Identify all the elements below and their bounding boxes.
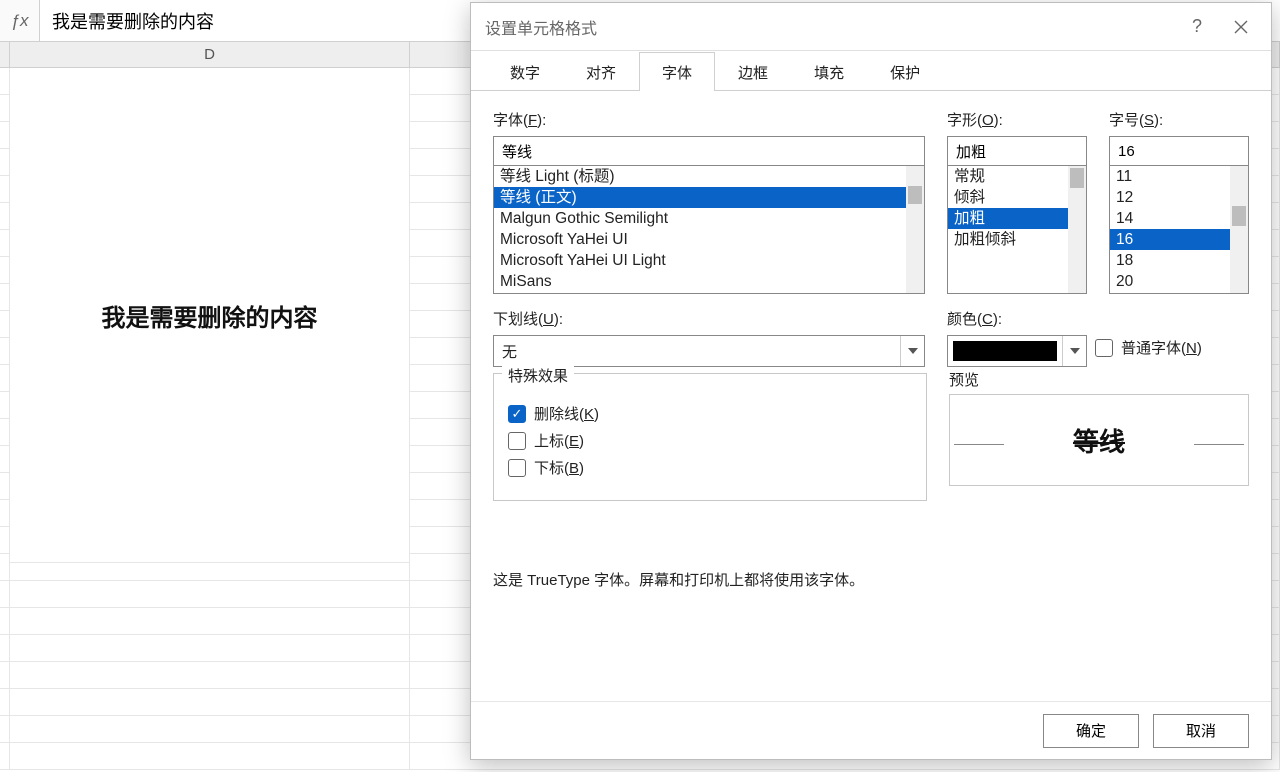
fx-label: ƒx — [0, 0, 40, 41]
list-item[interactable]: 18 — [1110, 250, 1248, 271]
tab-border[interactable]: 边框 — [715, 52, 791, 91]
size-label: 字号(S): — [1109, 109, 1249, 130]
tab-protection[interactable]: 保护 — [867, 52, 943, 91]
subscript-checkbox[interactable]: 下标(B) — [508, 457, 912, 478]
merged-cell-D[interactable]: 我是需要删除的内容 — [10, 68, 410, 563]
list-item[interactable]: 等线 Light (标题) — [494, 166, 924, 187]
checkbox-icon — [508, 432, 526, 450]
scrollbar[interactable] — [1230, 166, 1248, 293]
scrollbar[interactable] — [906, 166, 924, 293]
checkbox-icon — [1095, 339, 1113, 357]
close-icon — [1234, 20, 1248, 34]
checkbox-icon — [508, 459, 526, 477]
list-item[interactable]: 14 — [1110, 208, 1248, 229]
size-input[interactable] — [1109, 136, 1249, 166]
column-header-D[interactable]: D — [10, 42, 410, 67]
preview-box: 等线 — [949, 394, 1249, 486]
subscript-label: 下标(B) — [534, 457, 584, 478]
tab-alignment[interactable]: 对齐 — [563, 52, 639, 91]
underline-combo[interactable]: 无 — [493, 335, 925, 367]
color-swatch — [953, 341, 1057, 361]
dialog-title: 设置单元格格式 — [485, 15, 1175, 39]
list-item[interactable]: MiSans — [494, 271, 924, 292]
preview-text: 等线 — [1073, 422, 1125, 459]
list-item[interactable]: Microsoft YaHei UI Light — [494, 250, 924, 271]
dialog-titlebar[interactable]: 设置单元格格式 ? — [471, 3, 1271, 51]
strikethrough-label: 删除线(K) — [534, 403, 599, 424]
normal-font-label: 普通字体(N) — [1121, 337, 1202, 358]
truetype-info: 这是 TrueType 字体。屏幕和打印机上都将使用该字体。 — [493, 569, 1249, 590]
list-item[interactable]: 倾斜 — [948, 187, 1086, 208]
list-item[interactable]: 常规 — [948, 166, 1086, 187]
format-cells-dialog: 设置单元格格式 ? 数字 对齐 字体 边框 填充 保护 字体(F): 等线 Li… — [470, 2, 1272, 760]
size-listbox[interactable]: 11 12 14 16 18 20 — [1109, 166, 1249, 294]
preview-legend: 预览 — [949, 369, 1249, 390]
chevron-down-icon[interactable] — [900, 336, 924, 366]
font-input[interactable] — [493, 136, 925, 166]
list-item[interactable]: Microsoft YaHei UI — [494, 229, 924, 250]
style-listbox[interactable]: 常规 倾斜 加粗 加粗倾斜 — [947, 166, 1087, 294]
list-item[interactable]: 等线 (正文) — [494, 187, 924, 208]
normal-font-checkbox[interactable]: 普通字体(N) — [1095, 337, 1202, 358]
tab-fill[interactable]: 填充 — [791, 52, 867, 91]
superscript-label: 上标(E) — [534, 430, 584, 451]
superscript-checkbox[interactable]: 上标(E) — [508, 430, 912, 451]
close-button[interactable] — [1219, 5, 1263, 49]
strikethrough-checkbox[interactable]: 删除线(K) — [508, 403, 912, 424]
font-label: 字体(F): — [493, 109, 925, 130]
cancel-button[interactable]: 取消 — [1153, 714, 1249, 748]
scrollbar[interactable] — [1068, 166, 1086, 293]
chevron-down-icon[interactable] — [1062, 336, 1086, 366]
dialog-tabs: 数字 对齐 字体 边框 填充 保护 — [471, 51, 1271, 91]
color-label: 颜色(C): — [947, 308, 1087, 329]
help-button[interactable]: ? — [1175, 5, 1219, 49]
list-item[interactable]: 加粗倾斜 — [948, 229, 1086, 250]
underline-value: 无 — [494, 341, 900, 362]
effects-legend: 特殊效果 — [502, 365, 574, 386]
list-item[interactable]: Malgun Gothic Semilight — [494, 208, 924, 229]
ok-button[interactable]: 确定 — [1043, 714, 1139, 748]
checkbox-icon — [508, 405, 526, 423]
list-item[interactable]: 20 — [1110, 271, 1248, 292]
style-input[interactable] — [947, 136, 1087, 166]
tab-number[interactable]: 数字 — [487, 52, 563, 91]
style-label: 字形(O): — [947, 109, 1087, 130]
list-item[interactable]: 12 — [1110, 187, 1248, 208]
list-item[interactable]: 16 — [1110, 229, 1248, 250]
color-combo[interactable] — [947, 335, 1087, 367]
effects-fieldset: 特殊效果 删除线(K) 上标(E) 下标(B) — [493, 373, 927, 501]
underline-label: 下划线(U): — [493, 308, 925, 329]
font-listbox[interactable]: 等线 Light (标题) 等线 (正文) Malgun Gothic Semi… — [493, 166, 925, 294]
list-item[interactable]: 加粗 — [948, 208, 1086, 229]
list-item[interactable]: 11 — [1110, 166, 1248, 187]
tab-font[interactable]: 字体 — [639, 52, 715, 91]
